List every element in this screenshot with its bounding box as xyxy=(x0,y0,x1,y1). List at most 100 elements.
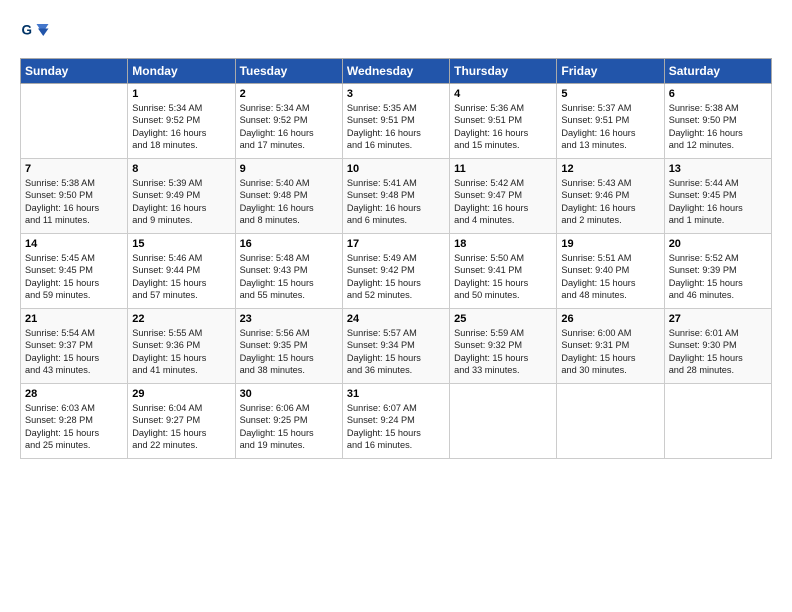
day-info: Sunrise: 5:49 AM Sunset: 9:42 PM Dayligh… xyxy=(347,252,445,302)
calendar-cell xyxy=(664,384,771,459)
day-number: 22 xyxy=(132,313,230,325)
day-info: Sunrise: 5:39 AM Sunset: 9:49 PM Dayligh… xyxy=(132,177,230,227)
calendar-cell: 2 Sunrise: 5:34 AM Sunset: 9:52 PM Daylig… xyxy=(235,84,342,159)
day-info: Sunrise: 6:07 AM Sunset: 9:24 PM Dayligh… xyxy=(347,402,445,452)
calendar-cell: 6 Sunrise: 5:38 AM Sunset: 9:50 PM Daylig… xyxy=(664,84,771,159)
day-info: Sunrise: 5:38 AM Sunset: 9:50 PM Dayligh… xyxy=(25,177,123,227)
calendar-cell: 12 Sunrise: 5:43 AM Sunset: 9:46 PM Dayli… xyxy=(557,159,664,234)
day-number: 24 xyxy=(347,313,445,325)
day-info: Sunrise: 5:38 AM Sunset: 9:50 PM Dayligh… xyxy=(669,102,767,152)
calendar-cell: 7 Sunrise: 5:38 AM Sunset: 9:50 PM Daylig… xyxy=(21,159,128,234)
calendar-cell xyxy=(450,384,557,459)
calendar-cell: 19Sunrise: 5:51 AM Sunset: 9:40 PM Dayli… xyxy=(557,234,664,309)
day-number: 30 xyxy=(240,388,338,400)
day-number: 21 xyxy=(25,313,123,325)
logo: G xyxy=(20,18,53,48)
calendar-cell: 15 Sunrise: 5:46 AM Sunset: 9:44 PM Dayli… xyxy=(128,234,235,309)
day-info: Sunrise: 5:43 AM Sunset: 9:46 PM Dayligh… xyxy=(561,177,659,227)
day-info: Sunrise: 6:00 AM Sunset: 9:31 PM Dayligh… xyxy=(561,327,659,377)
calendar-cell: 28Sunrise: 6:03 AM Sunset: 9:28 PM Dayli… xyxy=(21,384,128,459)
calendar-cell: 3 Sunrise: 5:35 AM Sunset: 9:51 PM Daylig… xyxy=(342,84,449,159)
day-info: Sunrise: 5:36 AM Sunset: 9:51 PM Dayligh… xyxy=(454,102,552,152)
day-number: 10 xyxy=(347,163,445,175)
week-row-1: 1 Sunrise: 5:34 AM Sunset: 9:52 PM Daylig… xyxy=(21,84,772,159)
header: G xyxy=(20,18,772,48)
header-cell-saturday: Saturday xyxy=(664,59,771,84)
header-cell-monday: Monday xyxy=(128,59,235,84)
week-row-3: 14 Sunrise: 5:45 AM Sunset: 9:45 PM Dayli… xyxy=(21,234,772,309)
day-info: Sunrise: 5:57 AM Sunset: 9:34 PM Dayligh… xyxy=(347,327,445,377)
day-number: 16 xyxy=(240,238,338,250)
day-number: 17 xyxy=(347,238,445,250)
header-cell-friday: Friday xyxy=(557,59,664,84)
calendar-cell: 17 Sunrise: 5:49 AM Sunset: 9:42 PM Dayli… xyxy=(342,234,449,309)
day-info: Sunrise: 5:37 AM Sunset: 9:51 PM Dayligh… xyxy=(561,102,659,152)
calendar-cell: 31 Sunrise: 6:07 AM Sunset: 9:24 PM Dayli… xyxy=(342,384,449,459)
calendar-cell: 25 Sunrise: 5:59 AM Sunset: 9:32 PM Dayli… xyxy=(450,309,557,384)
day-info: Sunrise: 5:45 AM Sunset: 9:45 PM Dayligh… xyxy=(25,252,123,302)
calendar-cell: 10 Sunrise: 5:41 AM Sunset: 9:48 PM Dayli… xyxy=(342,159,449,234)
day-number: 20 xyxy=(669,238,767,250)
calendar-table: SundayMondayTuesdayWednesdayThursdayFrid… xyxy=(20,58,772,459)
day-number: 2 xyxy=(240,88,338,100)
calendar-cell: 13 Sunrise: 5:44 AM Sunset: 9:45 PM Dayli… xyxy=(664,159,771,234)
day-info: Sunrise: 5:34 AM Sunset: 9:52 PM Dayligh… xyxy=(132,102,230,152)
calendar-cell: 24 Sunrise: 5:57 AM Sunset: 9:34 PM Dayli… xyxy=(342,309,449,384)
day-number: 6 xyxy=(669,88,767,100)
day-number: 19 xyxy=(561,238,659,250)
day-info: Sunrise: 5:59 AM Sunset: 9:32 PM Dayligh… xyxy=(454,327,552,377)
calendar-cell xyxy=(557,384,664,459)
day-number: 4 xyxy=(454,88,552,100)
day-number: 31 xyxy=(347,388,445,400)
day-info: Sunrise: 6:01 AM Sunset: 9:30 PM Dayligh… xyxy=(669,327,767,377)
svg-text:G: G xyxy=(22,23,33,38)
calendar-cell: 29Sunrise: 6:04 AM Sunset: 9:27 PM Dayli… xyxy=(128,384,235,459)
day-number: 25 xyxy=(454,313,552,325)
calendar-cell: 5 Sunrise: 5:37 AM Sunset: 9:51 PM Daylig… xyxy=(557,84,664,159)
day-info: Sunrise: 5:46 AM Sunset: 9:44 PM Dayligh… xyxy=(132,252,230,302)
page: G SundayMondayTuesdayWednesdayThursdayFr… xyxy=(0,0,792,469)
day-info: Sunrise: 5:44 AM Sunset: 9:45 PM Dayligh… xyxy=(669,177,767,227)
calendar-cell: 27Sunrise: 6:01 AM Sunset: 9:30 PM Dayli… xyxy=(664,309,771,384)
day-number: 3 xyxy=(347,88,445,100)
day-number: 13 xyxy=(669,163,767,175)
day-info: Sunrise: 5:42 AM Sunset: 9:47 PM Dayligh… xyxy=(454,177,552,227)
calendar-cell: 14 Sunrise: 5:45 AM Sunset: 9:45 PM Dayli… xyxy=(21,234,128,309)
day-info: Sunrise: 5:48 AM Sunset: 9:43 PM Dayligh… xyxy=(240,252,338,302)
day-info: Sunrise: 5:41 AM Sunset: 9:48 PM Dayligh… xyxy=(347,177,445,227)
header-cell-wednesday: Wednesday xyxy=(342,59,449,84)
day-info: Sunrise: 5:54 AM Sunset: 9:37 PM Dayligh… xyxy=(25,327,123,377)
calendar-header-row: SundayMondayTuesdayWednesdayThursdayFrid… xyxy=(21,59,772,84)
day-number: 11 xyxy=(454,163,552,175)
day-info: Sunrise: 5:40 AM Sunset: 9:48 PM Dayligh… xyxy=(240,177,338,227)
calendar-cell: 26Sunrise: 6:00 AM Sunset: 9:31 PM Dayli… xyxy=(557,309,664,384)
calendar-cell: 30Sunrise: 6:06 AM Sunset: 9:25 PM Dayli… xyxy=(235,384,342,459)
calendar-cell: 4 Sunrise: 5:36 AM Sunset: 9:51 PM Daylig… xyxy=(450,84,557,159)
day-number: 8 xyxy=(132,163,230,175)
day-number: 9 xyxy=(240,163,338,175)
day-number: 12 xyxy=(561,163,659,175)
day-info: Sunrise: 5:55 AM Sunset: 9:36 PM Dayligh… xyxy=(132,327,230,377)
calendar-cell: 11 Sunrise: 5:42 AM Sunset: 9:47 PM Dayli… xyxy=(450,159,557,234)
calendar-cell xyxy=(21,84,128,159)
day-info: Sunrise: 5:52 AM Sunset: 9:39 PM Dayligh… xyxy=(669,252,767,302)
day-number: 1 xyxy=(132,88,230,100)
header-cell-sunday: Sunday xyxy=(21,59,128,84)
logo-icon: G xyxy=(20,18,50,48)
day-number: 18 xyxy=(454,238,552,250)
day-number: 23 xyxy=(240,313,338,325)
day-number: 7 xyxy=(25,163,123,175)
calendar-cell: 16 Sunrise: 5:48 AM Sunset: 9:43 PM Dayli… xyxy=(235,234,342,309)
header-cell-thursday: Thursday xyxy=(450,59,557,84)
calendar-cell: 18 Sunrise: 5:50 AM Sunset: 9:41 PM Dayli… xyxy=(450,234,557,309)
day-info: Sunrise: 5:35 AM Sunset: 9:51 PM Dayligh… xyxy=(347,102,445,152)
day-number: 14 xyxy=(25,238,123,250)
day-info: Sunrise: 5:34 AM Sunset: 9:52 PM Dayligh… xyxy=(240,102,338,152)
week-row-4: 21 Sunrise: 5:54 AM Sunset: 9:37 PM Dayli… xyxy=(21,309,772,384)
day-number: 15 xyxy=(132,238,230,250)
day-number: 5 xyxy=(561,88,659,100)
day-info: Sunrise: 5:56 AM Sunset: 9:35 PM Dayligh… xyxy=(240,327,338,377)
header-cell-tuesday: Tuesday xyxy=(235,59,342,84)
calendar-cell: 8 Sunrise: 5:39 AM Sunset: 9:49 PM Daylig… xyxy=(128,159,235,234)
day-info: Sunrise: 5:50 AM Sunset: 9:41 PM Dayligh… xyxy=(454,252,552,302)
